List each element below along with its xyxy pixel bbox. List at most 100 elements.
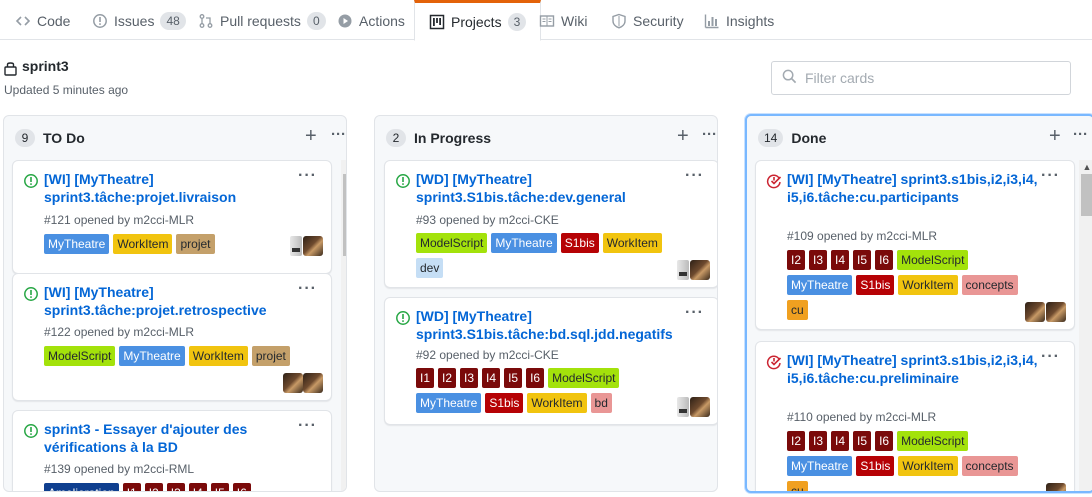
label-modelscript[interactable]: ModelScript: [548, 368, 620, 388]
label-i1[interactable]: I1: [416, 368, 435, 388]
avatar[interactable]: [1025, 302, 1045, 322]
add-card-icon[interactable]: +: [1049, 126, 1061, 146]
label-amelioration[interactable]: Amelioration: [44, 483, 119, 491]
label-i5[interactable]: I5: [853, 431, 872, 451]
card-122[interactable]: [WI] [MyTheatre] sprint3.tâche:projet.re…: [12, 273, 332, 401]
label-i3[interactable]: I3: [809, 431, 828, 451]
tab-security[interactable]: Security: [611, 0, 684, 41]
label-i5[interactable]: I5: [210, 483, 229, 491]
label-mytheatre[interactable]: MyTheatre: [491, 233, 557, 253]
label-i6[interactable]: I6: [232, 483, 251, 491]
card-menu-icon[interactable]: ···: [685, 167, 704, 185]
card-title[interactable]: [WI] [MyTheatre] sprint3.tâche:projet.re…: [44, 283, 297, 319]
avatar[interactable]: [1046, 302, 1066, 322]
label-mytheatre[interactable]: MyTheatre: [416, 393, 482, 413]
label-bd[interactable]: bd: [590, 393, 612, 413]
label-workitem[interactable]: WorkItem: [898, 275, 958, 295]
tab-wiki[interactable]: Wiki: [539, 0, 587, 41]
scrollbar-thumb[interactable]: [343, 174, 346, 256]
filter-cards-box[interactable]: [771, 61, 1071, 95]
label-i1[interactable]: I1: [122, 483, 141, 491]
label-i3[interactable]: I3: [809, 250, 828, 270]
label-mytheatre[interactable]: MyTheatre: [787, 275, 853, 295]
avatar[interactable]: [1046, 483, 1066, 491]
label-modelscript[interactable]: ModelScript: [897, 431, 969, 451]
add-card-icon[interactable]: +: [677, 126, 689, 146]
label-i3[interactable]: I3: [460, 368, 479, 388]
card-menu-icon[interactable]: ···: [298, 280, 317, 298]
avatar[interactable]: [677, 397, 689, 417]
label-i2[interactable]: I2: [787, 431, 806, 451]
tab-actions[interactable]: Actions: [337, 0, 405, 41]
avatar[interactable]: [283, 373, 303, 393]
tab-insights[interactable]: Insights: [704, 0, 774, 41]
scroll-up-icon[interactable]: ▲: [341, 160, 346, 174]
label-workitem[interactable]: WorkItem: [527, 393, 587, 413]
label-modelscript[interactable]: ModelScript: [44, 346, 116, 366]
avatar[interactable]: [303, 236, 323, 256]
card-menu-icon[interactable]: ···: [1041, 348, 1060, 366]
card-110[interactable]: [WI] [MyTheatre] sprint3.s1bis,i2,i3,i4,…: [755, 341, 1075, 491]
label-i2[interactable]: I2: [787, 250, 806, 270]
label-mytheatre[interactable]: MyTheatre: [787, 456, 853, 476]
card-121[interactable]: [WI] [MyTheatre] sprint3.tâche:projet.li…: [12, 160, 332, 274]
label-workitem[interactable]: WorkItem: [113, 234, 173, 254]
label-s1bis[interactable]: S1bis: [856, 456, 895, 476]
label-cu[interactable]: cu: [787, 300, 808, 320]
avatar[interactable]: [290, 236, 302, 256]
column-menu-icon[interactable]: ···: [702, 125, 717, 145]
label-mytheatre[interactable]: MyTheatre: [44, 234, 110, 254]
card-109[interactable]: [WI] [MyTheatre] sprint3.s1bis,i2,i3,i4,…: [755, 160, 1075, 330]
column-menu-icon[interactable]: ···: [331, 125, 346, 145]
filter-cards-input[interactable]: [805, 70, 1055, 86]
column-menu-icon[interactable]: ···: [1073, 125, 1088, 145]
label-dev[interactable]: dev: [416, 258, 444, 278]
add-card-icon[interactable]: +: [305, 126, 317, 146]
card-title[interactable]: [WD] [MyTheatre] sprint3.S1bis.tâche:dev…: [416, 170, 684, 206]
label-projet[interactable]: projet: [251, 346, 290, 366]
card-menu-icon[interactable]: ···: [685, 304, 704, 322]
avatar[interactable]: [677, 260, 689, 280]
card-title[interactable]: [WI] [MyTheatre] sprint3.tâche:projet.li…: [44, 170, 297, 206]
label-i6[interactable]: I6: [526, 368, 545, 388]
card-menu-icon[interactable]: ···: [1041, 167, 1060, 185]
label-s1bis[interactable]: S1bis: [856, 275, 895, 295]
tab-code[interactable]: Code: [15, 0, 70, 41]
card-menu-icon[interactable]: ···: [298, 417, 317, 435]
label-concepts[interactable]: concepts: [961, 456, 1018, 476]
label-workitem[interactable]: WorkItem: [602, 233, 662, 253]
label-i2[interactable]: I2: [438, 368, 457, 388]
label-i4[interactable]: I4: [188, 483, 207, 491]
label-projet[interactable]: projet: [176, 234, 215, 254]
card-92[interactable]: [WD] [MyTheatre] sprint3.S1bis.tâche:bd.…: [384, 297, 717, 425]
label-cu[interactable]: cu: [787, 481, 808, 491]
avatar[interactable]: [690, 397, 710, 417]
label-i6[interactable]: I6: [875, 431, 894, 451]
label-mytheatre[interactable]: MyTheatre: [119, 346, 185, 366]
card-menu-icon[interactable]: ···: [298, 167, 317, 185]
scroll-down-icon[interactable]: ▼: [341, 477, 346, 491]
label-i2[interactable]: I2: [144, 483, 163, 491]
card-139[interactable]: sprint3 - Essayer d'ajouter des vérifica…: [12, 410, 332, 491]
card-title[interactable]: [WI] [MyTheatre] sprint3.s1bis,i2,i3,i4,…: [787, 351, 1040, 387]
tab-projects[interactable]: Projects 3: [414, 0, 542, 41]
tab-pull-requests[interactable]: Pull requests 0: [198, 0, 326, 41]
label-i3[interactable]: I3: [166, 483, 185, 491]
label-s1bis[interactable]: S1bis: [485, 393, 524, 413]
tab-issues[interactable]: Issues 48: [92, 0, 186, 41]
scrollbar[interactable]: ▲: [1079, 160, 1092, 491]
scrollbar-thumb[interactable]: [1081, 174, 1092, 216]
card-93[interactable]: [WD] [MyTheatre] sprint3.S1bis.tâche:dev…: [384, 160, 717, 288]
label-workitem[interactable]: WorkItem: [188, 346, 248, 366]
label-i6[interactable]: I6: [875, 250, 894, 270]
label-modelscript[interactable]: ModelScript: [897, 250, 969, 270]
label-i4[interactable]: I4: [831, 431, 850, 451]
label-i4[interactable]: I4: [482, 368, 501, 388]
scroll-up-icon[interactable]: ▲: [1079, 160, 1092, 174]
card-title[interactable]: [WI] [MyTheatre] sprint3.s1bis,i2,i3,i4,…: [787, 170, 1040, 206]
avatar[interactable]: [303, 373, 323, 393]
scrollbar[interactable]: ▲ ▼: [341, 160, 346, 491]
label-i4[interactable]: I4: [831, 250, 850, 270]
card-title[interactable]: [WD] [MyTheatre] sprint3.S1bis.tâche:bd.…: [416, 307, 684, 343]
label-concepts[interactable]: concepts: [961, 275, 1018, 295]
